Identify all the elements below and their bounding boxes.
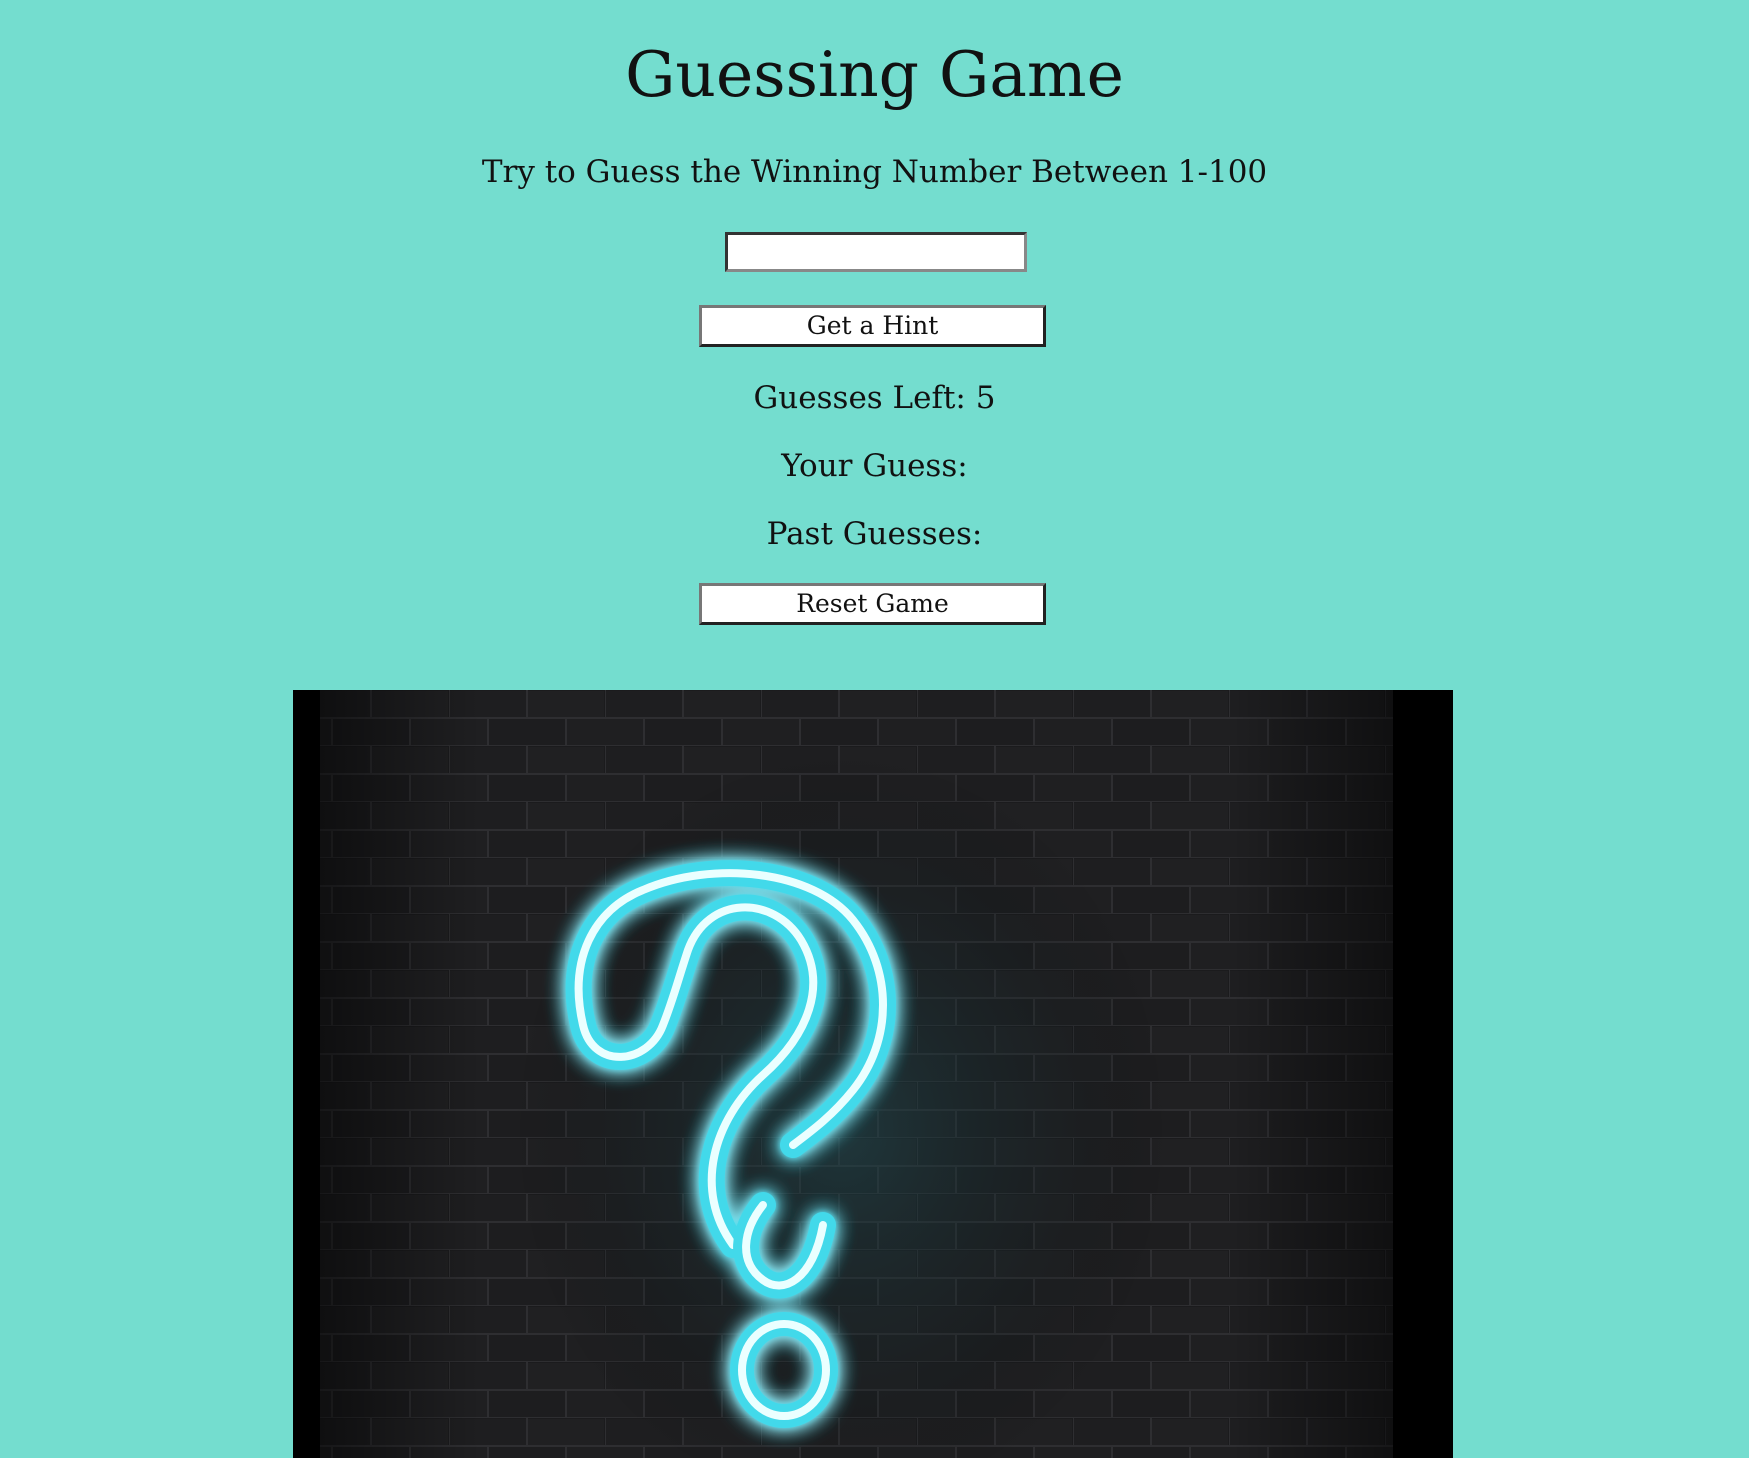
page-subtitle: Try to Guess the Winning Number Between … [481, 154, 1268, 190]
guessing-game-page: Guessing Game Try to Guess the Winning N… [0, 0, 1749, 1458]
your-guess-text: Your Guess: [781, 448, 968, 484]
neon-question-mark-icon [293, 690, 1453, 1458]
reset-game-button[interactable]: Reset Game [699, 583, 1046, 625]
neon-question-mark-image [293, 690, 1453, 1458]
past-guesses-text: Past Guesses: [766, 516, 983, 552]
page-title: Guessing Game [625, 38, 1124, 111]
guesses-left-text: Guesses Left: 5 [753, 380, 996, 416]
get-hint-button[interactable]: Get a Hint [699, 305, 1046, 347]
guess-input[interactable] [725, 232, 1027, 272]
